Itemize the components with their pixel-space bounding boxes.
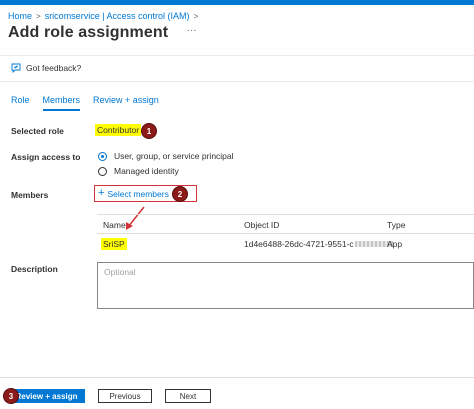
tab-members[interactable]: Members [42,95,80,111]
step-badge-1: 1 [141,123,157,139]
selected-role-value: Contributor [95,124,142,136]
select-members-label: Select members [107,188,169,199]
description-textarea[interactable]: Optional [97,262,474,309]
tab-review-assign[interactable]: Review + assign [93,95,159,111]
radio-button-checked[interactable] [98,151,107,161]
column-header-type: Type [387,220,406,230]
breadcrumb-home[interactable]: Home [8,11,32,21]
next-button[interactable]: Next [165,389,211,403]
portal-top-bar [0,0,474,5]
member-name: SriSP [101,238,127,250]
member-type: App [387,239,403,249]
step-badge-2: 2 [172,186,188,202]
table-top-border [97,214,474,215]
table-header-border [97,233,474,234]
radio-label: User, group, or service principal [114,151,234,161]
assign-access-label: Assign access to [11,152,81,162]
description-label: Description [11,264,58,274]
more-icon[interactable]: ··· [187,25,197,36]
page-title: Add role assignment [8,24,169,41]
feedback-label: Got feedback? [26,63,82,73]
member-object-id: 1d4e6488-26dc-4721-9551-c [244,239,393,249]
tab-role[interactable]: Role [11,95,30,111]
radio-managed-identity[interactable]: Managed identity [98,166,179,176]
footer-divider [0,377,474,378]
radio-button[interactable] [98,166,107,176]
chevron-right-icon: > [36,12,41,21]
column-header-object-id: Object ID [244,220,280,230]
tab-bar: Role Members Review + assign [11,95,172,111]
selected-role-label: Selected role [11,126,64,136]
radio-user-group-sp[interactable]: User, group, or service principal [98,151,234,161]
members-label: Members [11,190,49,200]
page-header: Add role assignment ··· [8,24,197,42]
breadcrumb-access-control[interactable]: sricomservice | Access control (IAM) [45,11,190,21]
review-assign-button[interactable]: Review + assign [8,389,85,403]
step-badge-3: 3 [3,388,19,404]
feedback-button[interactable]: Got feedback? [11,63,81,73]
previous-button[interactable]: Previous [98,389,152,403]
feedback-icon [11,63,21,73]
divider [0,55,474,56]
plus-icon: + [98,187,105,199]
column-header-name: Name [103,220,126,230]
breadcrumb: Home > sricomservice | Access control (IAM… [8,11,202,21]
chevron-right-icon: > [193,12,199,21]
divider [0,81,474,82]
radio-label: Managed identity [114,166,179,176]
